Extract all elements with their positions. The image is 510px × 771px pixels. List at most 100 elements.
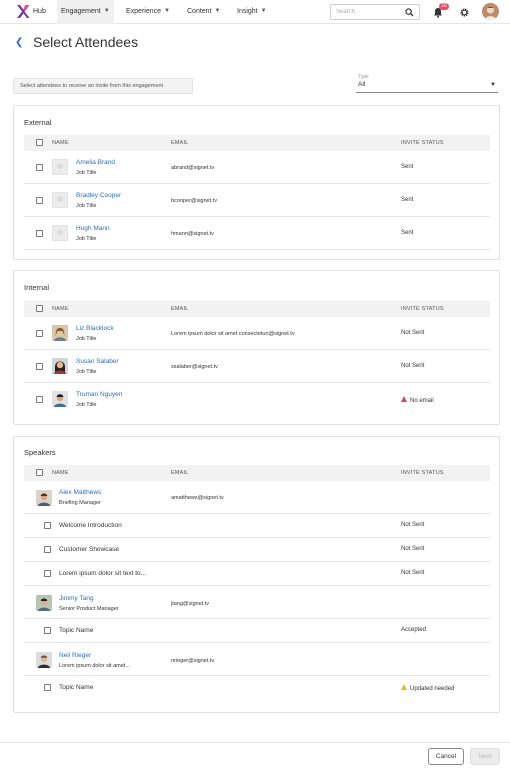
session-checkbox[interactable] <box>44 570 51 577</box>
nav-content-label: Content <box>187 8 212 15</box>
session-row[interactable]: Topic Name Updated needed <box>24 676 490 700</box>
attendee-name[interactable]: Truman Nguyen <box>76 391 122 398</box>
select-all-checkbox[interactable] <box>36 139 43 146</box>
type-select[interactable]: All ▼ <box>356 80 498 93</box>
table-header: NAME EMAIL INVITE STATUS <box>24 135 490 151</box>
table-row[interactable]: Susan Salaber Job Title ssalaber@signet.… <box>24 350 490 383</box>
chevron-down-icon: ▼ <box>260 8 267 14</box>
warning-icon <box>401 684 407 690</box>
table-row[interactable]: Bradley Cooper Job Title bcooper@signet.… <box>24 184 490 217</box>
speaker-name[interactable]: Neil Rieger <box>59 652 91 659</box>
speaker-photo <box>36 652 52 668</box>
attendee-name[interactable]: Amelia Brand <box>76 159 115 166</box>
nav-experience-label: Experience <box>126 8 162 15</box>
column-header-email: EMAIL <box>171 470 189 476</box>
speaker-email: nrieger@signet.tv <box>171 658 215 664</box>
chevron-down-icon: ▼ <box>164 8 170 14</box>
speaker-photo <box>36 595 52 611</box>
attendee-email: Lorem ipsum dolor sit amet consectetun@s… <box>171 331 295 337</box>
x-logo-icon[interactable] <box>16 4 30 19</box>
select-all-checkbox[interactable] <box>36 305 43 312</box>
chevron-down-icon: ▼ <box>103 8 110 14</box>
attendee-email: bcooper@signet.tv <box>171 198 217 204</box>
speaker-row[interactable]: Neil Rieger Lorem ipsum dolor sit amet..… <box>24 643 490 676</box>
attendee-title: Job Title <box>76 369 97 375</box>
attendee-name[interactable]: Bradley Cooper <box>76 192 121 199</box>
speaker-email: jtang@signet.tv <box>171 601 209 607</box>
speaker-row[interactable]: Alex Matthews Briefing Manager amatthews… <box>24 481 490 514</box>
session-checkbox[interactable] <box>44 522 51 529</box>
table-row[interactable]: Amelia Brand Job Title abrand@signet.tv … <box>24 151 490 184</box>
attendee-name[interactable]: Susan Salaber <box>76 358 119 365</box>
table-row[interactable]: Hugh Mann Job Title hmann@signet.tv Sent <box>24 217 490 250</box>
table-row[interactable]: Liz Blacklock Job Title Lorem ipsum dolo… <box>24 317 490 350</box>
nav-experience[interactable]: Experience ▼ <box>122 0 174 24</box>
session-row[interactable]: Lorem ipsum dolor sit text to... Not Sen… <box>24 562 490 586</box>
nav-engagement-label: Engagement <box>61 8 101 15</box>
speaker-row[interactable]: Jimmy Tang Senior Product Manager jtang@… <box>24 586 490 619</box>
invite-status: Sent <box>401 230 414 236</box>
notification-badge: 20 <box>439 3 449 10</box>
nav-insight[interactable]: Insight ▼ <box>233 0 271 24</box>
nav-engagement[interactable]: Engagement ▼ <box>57 0 114 24</box>
speaker-name[interactable]: Alex Matthews <box>59 489 101 496</box>
nav-insight-label: Insight <box>237 8 258 15</box>
cancel-button[interactable]: Cancel <box>428 748 464 765</box>
speaker-title: Lorem ipsum dolor sit amet... <box>59 663 130 669</box>
attendee-email: hmann@signet.tv <box>171 231 214 237</box>
user-avatar[interactable] <box>482 3 499 20</box>
attendee-name[interactable]: Hugh Mann <box>76 225 110 232</box>
card-title: External <box>24 118 52 127</box>
gear-icon[interactable] <box>459 7 470 18</box>
nav-content[interactable]: Content ▼ <box>183 0 224 24</box>
avatar-placeholder <box>52 225 68 241</box>
row-checkbox[interactable] <box>36 363 43 370</box>
session-name: Customer Showcase <box>59 546 119 553</box>
session-checkbox[interactable] <box>44 684 51 691</box>
invite-status: Sent <box>401 197 414 203</box>
session-row[interactable]: Customer Showcase Not Sent <box>24 538 490 562</box>
row-checkbox[interactable] <box>36 330 43 337</box>
avatar-placeholder <box>52 159 68 175</box>
next-button[interactable]: Next <box>470 748 500 765</box>
invite-status: Accepted <box>401 627 427 633</box>
attendee-photo <box>52 358 68 374</box>
speaker-email: amatthews@signet.tv <box>171 495 224 501</box>
back-arrow-icon[interactable]: ❮ <box>15 37 23 48</box>
table-header: NAME EMAIL INVITE STATUS <box>24 465 490 481</box>
type-select-value: All <box>358 81 366 88</box>
search-input[interactable] <box>336 7 402 17</box>
table-row[interactable]: Truman Nguyen Job Title No email <box>24 383 490 416</box>
session-checkbox[interactable] <box>44 627 51 634</box>
session-name: Lorem ipsum dolor sit text to... <box>59 570 147 577</box>
app-name[interactable]: Hub <box>33 8 46 15</box>
top-nav: Hub Engagement ▼ Experience ▼ Content ▼ Ins… <box>0 0 510 24</box>
attendee-email: ssalaber@signet.tv <box>171 364 218 370</box>
instruction-hint: Select attendees to receive an invite fr… <box>13 78 193 94</box>
session-row[interactable]: Topic Name Accepted <box>24 619 490 643</box>
row-checkbox[interactable] <box>36 164 43 171</box>
invite-status: Not Sent <box>401 330 425 336</box>
warning-icon <box>401 396 407 402</box>
search-icon[interactable] <box>405 8 414 17</box>
column-header-email: EMAIL <box>171 140 189 146</box>
attendee-email: abrand@signet.tv <box>171 165 215 171</box>
invite-status: Not Sent <box>401 570 425 576</box>
session-row[interactable]: Welcome Introduction Not Sent <box>24 514 490 538</box>
select-all-checkbox[interactable] <box>36 469 43 476</box>
invite-status: Sent <box>401 164 414 170</box>
session-checkbox[interactable] <box>44 546 51 553</box>
column-header-name: NAME <box>52 140 69 146</box>
search-box <box>330 4 420 20</box>
row-checkbox[interactable] <box>36 197 43 204</box>
attendee-title: Job Title <box>76 402 97 408</box>
invite-status: Updated needed <box>401 684 454 692</box>
attendee-name[interactable]: Liz Blacklock <box>76 325 114 332</box>
speaker-name[interactable]: Jimmy Tang <box>59 595 94 602</box>
row-checkbox[interactable] <box>36 396 43 403</box>
invite-status-text: No email <box>410 398 434 404</box>
speakers-card: Speakers NAME EMAIL INVITE STATUS Alex M… <box>13 436 500 713</box>
row-checkbox[interactable] <box>36 230 43 237</box>
speaker-title: Briefing Manager <box>59 500 101 506</box>
attendee-photo <box>52 391 68 407</box>
